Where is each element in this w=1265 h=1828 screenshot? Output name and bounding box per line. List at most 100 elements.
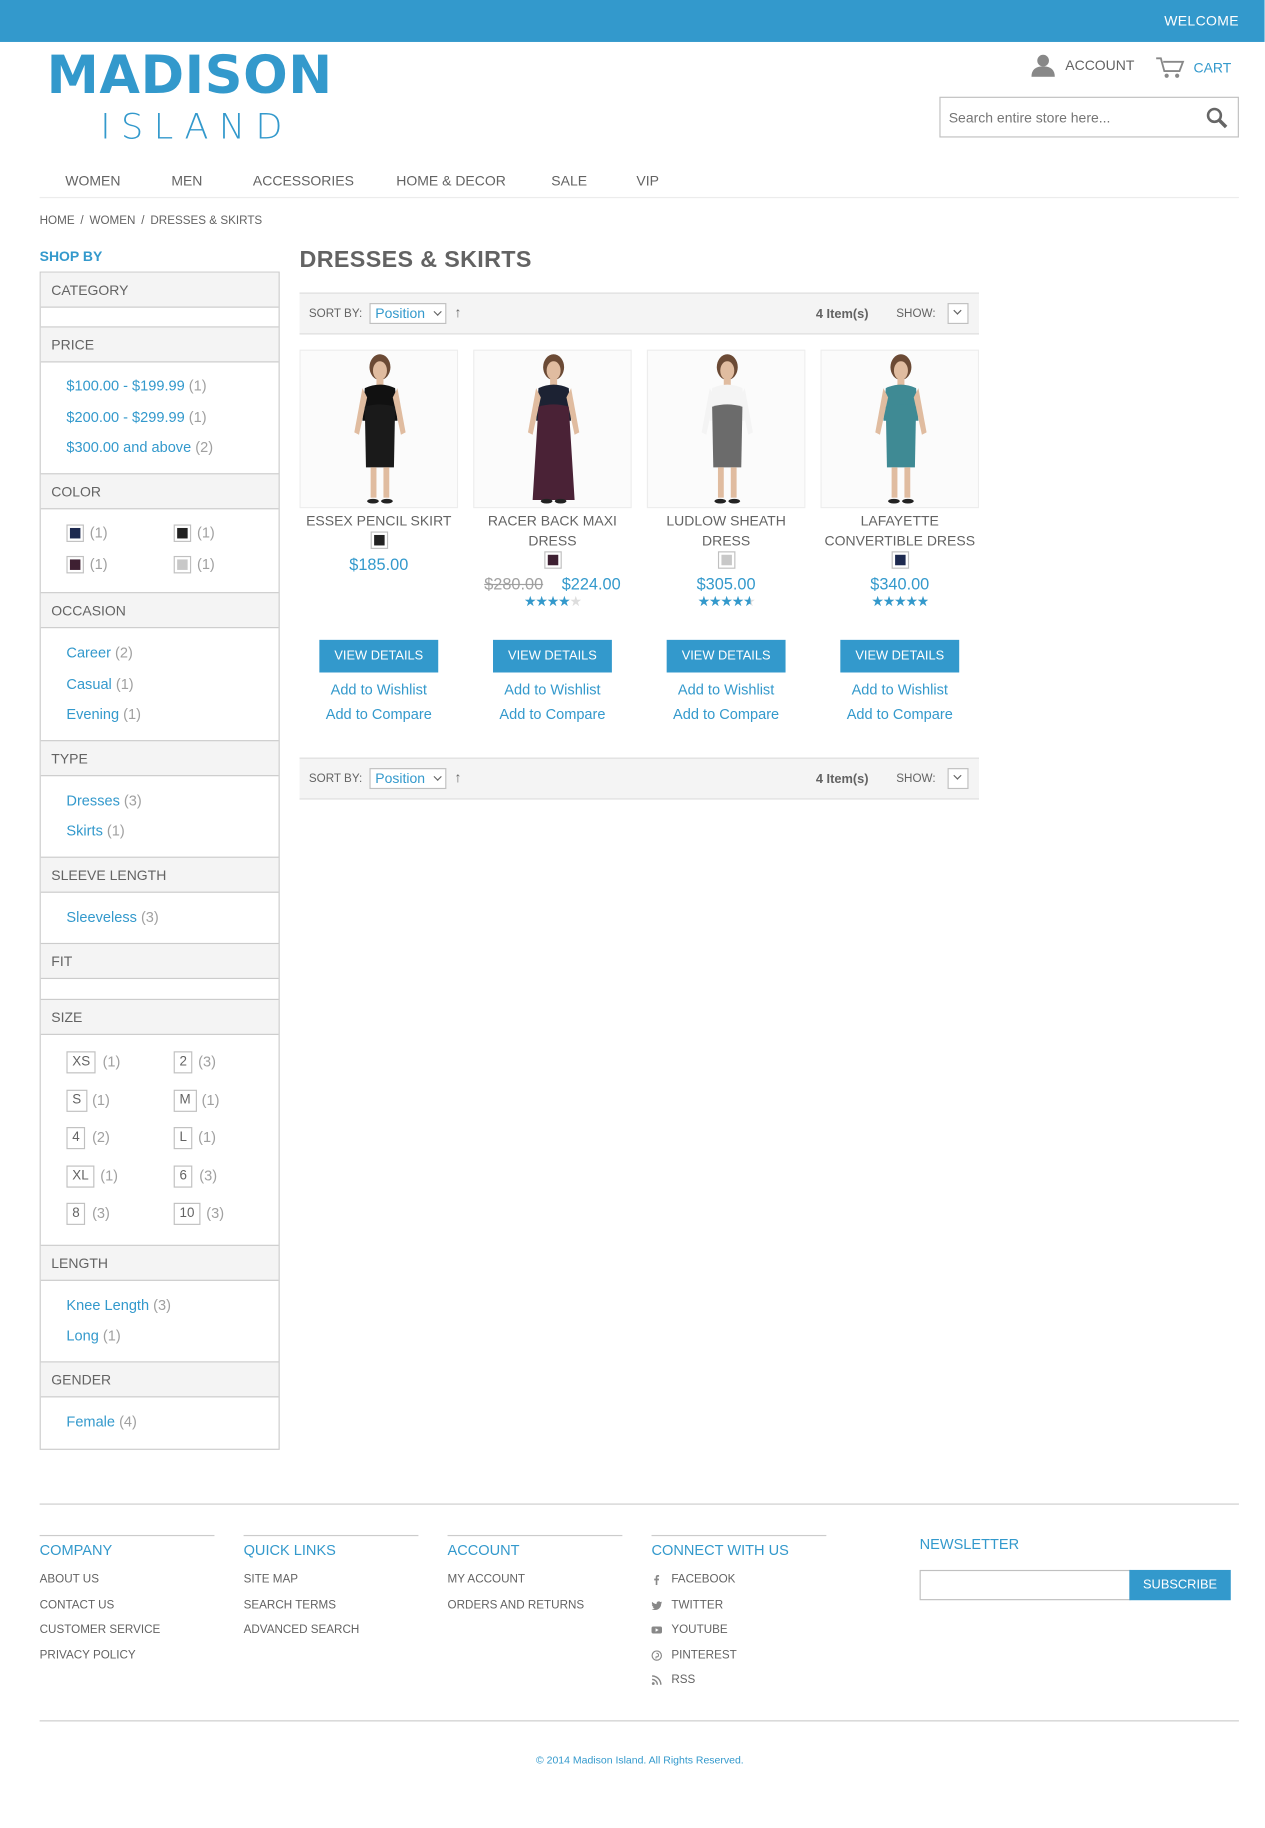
- size-option[interactable]: 6: [173, 1165, 193, 1188]
- footer-link[interactable]: PRIVACY POLICY: [40, 1643, 215, 1668]
- footer-link[interactable]: SITE MAP: [244, 1568, 419, 1593]
- sort-by-select[interactable]: Position: [369, 303, 447, 325]
- color-swatch-navy[interactable]: [66, 524, 84, 542]
- nav-home-decor[interactable]: HOME & DECOR: [396, 172, 506, 188]
- footer-social-twitter[interactable]: TWITTER: [651, 1593, 827, 1618]
- show-select[interactable]: [947, 303, 969, 325]
- sort-by-select[interactable]: Position: [369, 768, 447, 790]
- view-details-button[interactable]: VIEW DETAILS: [666, 639, 786, 673]
- product-name[interactable]: LUDLOW SHEATH DRESS: [647, 512, 806, 552]
- size-option[interactable]: S: [66, 1089, 88, 1112]
- filter-length-title[interactable]: LENGTH: [40, 1245, 279, 1281]
- footer-link[interactable]: MY ACCOUNT: [448, 1568, 623, 1593]
- add-to-compare-link[interactable]: Add to Compare: [647, 706, 806, 722]
- size-option[interactable]: XS: [66, 1051, 96, 1074]
- search-icon[interactable]: [1205, 106, 1228, 129]
- product-color-swatch[interactable]: [891, 551, 909, 569]
- size-option[interactable]: 2: [173, 1051, 193, 1074]
- sort-direction-icon[interactable]: ↑: [455, 769, 462, 785]
- product-name[interactable]: ESSEX PENCIL SKIRT: [300, 512, 459, 532]
- breadcrumb-home[interactable]: HOME: [40, 214, 75, 227]
- filter-price-option[interactable]: $100.00 - $199.99 (1): [66, 378, 206, 394]
- filter-length-option[interactable]: Long (1): [66, 1328, 120, 1344]
- product-color-swatch[interactable]: [543, 551, 562, 569]
- footer-link[interactable]: ADVANCED SEARCH: [244, 1618, 419, 1643]
- color-swatch-grey[interactable]: [173, 555, 192, 574]
- account-link[interactable]: ACCOUNT: [1030, 54, 1134, 77]
- breadcrumb-women[interactable]: WOMEN: [89, 214, 135, 227]
- footer-link[interactable]: CONTACT US: [40, 1593, 215, 1618]
- filter-color-title[interactable]: COLOR: [40, 474, 279, 510]
- size-option[interactable]: 4: [66, 1127, 86, 1150]
- filter-type-option[interactable]: Skirts (1): [66, 823, 124, 839]
- add-to-wishlist-link[interactable]: Add to Wishlist: [821, 682, 980, 698]
- add-to-wishlist-link[interactable]: Add to Wishlist: [300, 682, 459, 698]
- logo[interactable]: MADISON: [47, 44, 333, 106]
- filter-gender-title[interactable]: GENDER: [40, 1362, 279, 1398]
- size-option[interactable]: L: [173, 1127, 193, 1150]
- product-rating[interactable]: ★★★★★★★★★★: [473, 593, 632, 614]
- filter-occasion-option[interactable]: Evening (1): [66, 706, 141, 722]
- filter-type-option[interactable]: Dresses (3): [66, 793, 141, 809]
- filter-price-option[interactable]: $200.00 - $299.99 (1): [66, 409, 206, 425]
- logo-subtitle[interactable]: ISLAND: [100, 107, 293, 148]
- add-to-compare-link[interactable]: Add to Compare: [473, 706, 632, 722]
- product-color-swatch[interactable]: [370, 531, 388, 549]
- product-color-swatch[interactable]: [717, 551, 735, 569]
- filter-type-title[interactable]: TYPE: [40, 741, 279, 777]
- sort-direction-icon[interactable]: ↑: [455, 304, 462, 320]
- nav-sale[interactable]: SALE: [551, 172, 587, 188]
- view-details-button[interactable]: VIEW DETAILS: [840, 639, 960, 673]
- filter-length-option[interactable]: Knee Length (3): [66, 1297, 171, 1313]
- product-image[interactable]: [473, 349, 632, 509]
- product-name[interactable]: RACER BACK MAXI DRESS: [473, 512, 632, 552]
- product-name[interactable]: LAFAYETTE CONVERTIBLE DRESS: [821, 512, 980, 552]
- filter-count: (1): [102, 1327, 121, 1344]
- add-to-compare-link[interactable]: Add to Compare: [821, 706, 980, 722]
- footer-link[interactable]: CUSTOMER SERVICE: [40, 1618, 215, 1643]
- filter-price-title[interactable]: PRICE: [40, 327, 279, 363]
- footer-social-pinterest[interactable]: PINTEREST: [651, 1643, 827, 1668]
- footer-social-rss[interactable]: RSS: [651, 1668, 827, 1693]
- size-option[interactable]: M: [173, 1089, 197, 1112]
- product-rating[interactable]: ★★★★★★★★★★: [821, 593, 980, 614]
- filter-sleeve-title[interactable]: SLEEVE LENGTH: [40, 857, 279, 893]
- size-option[interactable]: 8: [66, 1202, 86, 1225]
- nav-accessories[interactable]: ACCESSORIES: [253, 172, 354, 188]
- cart-link[interactable]: CART: [1155, 56, 1231, 79]
- color-swatch-plum[interactable]: [66, 555, 84, 574]
- nav-vip[interactable]: VIP: [636, 172, 659, 188]
- size-option[interactable]: XL: [66, 1165, 95, 1188]
- product-rating[interactable]: ★★★★★★★★★★: [647, 593, 806, 614]
- subscribe-button[interactable]: SUBSCRIBE: [1129, 1569, 1231, 1601]
- product-image[interactable]: [646, 349, 806, 509]
- nav-men[interactable]: MEN: [171, 172, 202, 188]
- filter-gender-option[interactable]: Female (4): [66, 1414, 136, 1430]
- filter-sleeve-option[interactable]: Sleeveless (3): [66, 909, 158, 925]
- filter-occasion-option[interactable]: Casual (1): [66, 676, 133, 692]
- filter-category-title[interactable]: CATEGORY: [40, 272, 279, 308]
- filter-size-title[interactable]: SIZE: [40, 999, 279, 1035]
- product-image[interactable]: [299, 349, 459, 509]
- footer-link[interactable]: ABOUT US: [40, 1568, 215, 1593]
- filter-occasion-title[interactable]: OCCASION: [40, 593, 279, 629]
- product-image[interactable]: [820, 349, 980, 509]
- add-to-wishlist-link[interactable]: Add to Wishlist: [473, 682, 632, 698]
- size-option[interactable]: 10: [173, 1202, 201, 1225]
- footer-link[interactable]: ORDERS AND RETURNS: [448, 1593, 623, 1618]
- add-to-wishlist-link[interactable]: Add to Wishlist: [647, 682, 806, 698]
- view-details-button[interactable]: VIEW DETAILS: [493, 639, 612, 673]
- footer-social-youtube[interactable]: YOUTUBE: [651, 1618, 827, 1643]
- color-swatch-black[interactable]: [173, 524, 192, 542]
- footer-link[interactable]: SEARCH TERMS: [244, 1593, 419, 1618]
- show-select[interactable]: [947, 768, 969, 790]
- nav-women[interactable]: WOMEN: [65, 172, 120, 188]
- filter-price-option[interactable]: $300.00 and above (2): [66, 439, 213, 455]
- newsletter-email-input[interactable]: [919, 1569, 1131, 1601]
- search-input[interactable]: [940, 97, 1197, 137]
- filter-occasion-option[interactable]: Career (2): [66, 645, 132, 661]
- add-to-compare-link[interactable]: Add to Compare: [300, 706, 459, 722]
- footer-social-facebook[interactable]: FACEBOOK: [652, 1568, 827, 1593]
- filter-fit-title[interactable]: FIT: [40, 944, 279, 980]
- view-details-button[interactable]: VIEW DETAILS: [319, 639, 439, 673]
